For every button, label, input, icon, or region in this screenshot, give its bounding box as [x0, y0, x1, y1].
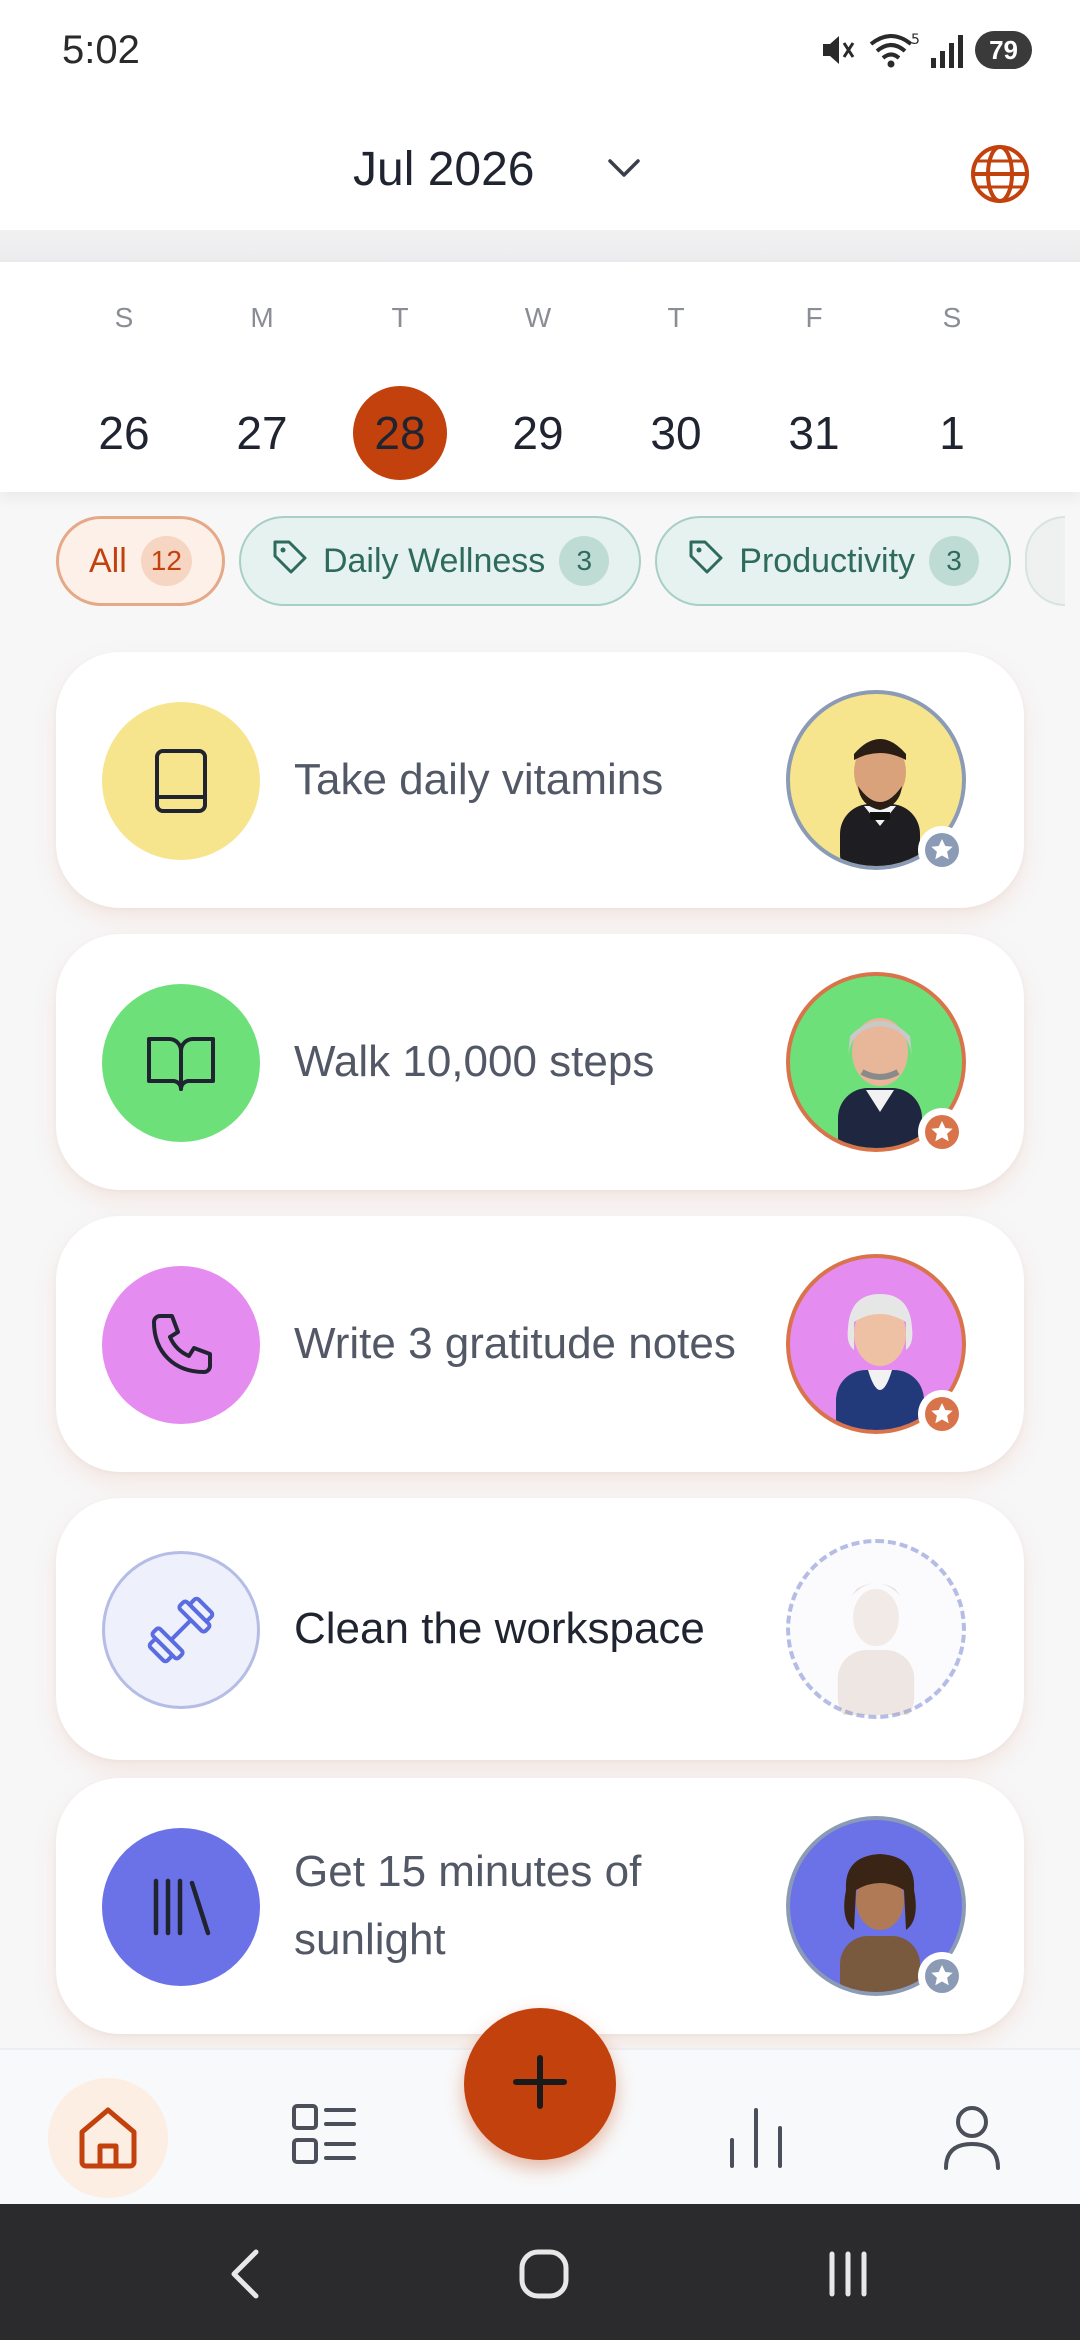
day-number[interactable]: 31 — [767, 386, 861, 480]
nav-stats[interactable] — [696, 2078, 816, 2198]
filter-chip-overflow[interactable] — [1025, 516, 1066, 606]
filter-chip-daily-wellness[interactable]: Daily Wellness 3 — [238, 516, 642, 606]
star-badge-icon — [918, 1952, 966, 2000]
weekday-letter: T — [391, 302, 409, 333]
dumbbell-icon — [102, 1551, 260, 1709]
task-card[interactable]: Clean the workspace — [56, 1498, 1024, 1760]
status-bar: 5:02 5 79 — [0, 0, 1080, 100]
chip-count: 12 — [140, 536, 192, 586]
system-nav-bar — [0, 2204, 1080, 2340]
wifi-icon: 5 — [867, 30, 919, 70]
chip-label: Productivity — [739, 541, 916, 580]
chip-label: All — [89, 541, 127, 580]
open-book-icon — [102, 984, 260, 1142]
weekday-letter: M — [250, 302, 274, 333]
nav-list[interactable] — [264, 2078, 384, 2198]
day-number[interactable]: 30 — [629, 386, 723, 480]
chip-label: Daily Wellness — [322, 541, 546, 580]
mute-icon — [817, 30, 857, 70]
month-selector-label[interactable]: Jul 2026 — [353, 142, 534, 197]
signal-icon — [929, 30, 965, 70]
weekday-letter: W — [524, 302, 552, 333]
nav-profile[interactable] — [912, 2078, 1032, 2198]
header-divider — [0, 230, 1080, 262]
day-number[interactable]: 26 — [77, 386, 171, 480]
add-task-button[interactable] — [464, 2008, 616, 2160]
filter-chips: All 12 Daily Wellness 3 Productivity 3 — [56, 516, 1080, 608]
weekday-letter: S — [114, 302, 134, 333]
tag-icon — [687, 538, 725, 585]
day-number[interactable]: 29 — [491, 386, 585, 480]
chevron-down-icon[interactable] — [606, 156, 642, 185]
weekday-letter: F — [805, 302, 823, 333]
filter-chip-all[interactable]: All 12 — [56, 516, 225, 606]
status-icons: 5 79 — [817, 26, 1032, 74]
task-card[interactable]: Write 3 gratitude notes — [56, 1216, 1024, 1472]
phone-icon — [102, 1266, 260, 1424]
task-title: Write 3 gratitude notes — [294, 1319, 736, 1368]
home-icon — [72, 2100, 144, 2177]
star-badge-icon — [918, 1390, 966, 1438]
home-button-icon[interactable] — [514, 2244, 574, 2304]
task-title: Clean the workspace — [294, 1604, 705, 1653]
week-strip: S 26 M 27 T 28 W 29 T 30 F 31 S 1 — [0, 262, 1080, 492]
task-card[interactable]: Walk 10,000 steps — [56, 934, 1024, 1190]
task-card[interactable]: Get 15 minutes of sunlight — [56, 1778, 1024, 2034]
task-title: Get 15 minutes of sunlight — [294, 1847, 642, 1964]
nav-home[interactable] — [48, 2078, 168, 2198]
filter-chip-productivity[interactable]: Productivity 3 — [655, 516, 1012, 606]
svg-text:5: 5 — [911, 32, 919, 48]
tag-icon — [271, 538, 309, 585]
list-icon — [288, 2100, 360, 2177]
globe-icon[interactable] — [968, 142, 1032, 211]
chip-count: 3 — [929, 536, 980, 586]
task-title: Walk 10,000 steps — [294, 1037, 655, 1086]
task-title: Take daily vitamins — [294, 755, 664, 804]
star-badge-icon — [918, 1108, 966, 1156]
weekday-letter: S — [942, 302, 962, 333]
profile-icon — [936, 2100, 1008, 2177]
header: Jul 2026 — [0, 100, 1080, 230]
back-icon[interactable] — [214, 2244, 274, 2304]
weekday-letter: T — [667, 302, 685, 333]
recents-icon[interactable] — [818, 2244, 878, 2304]
star-badge-icon — [918, 826, 966, 874]
book-icon — [102, 702, 260, 860]
chip-count: 3 — [559, 536, 610, 586]
task-card[interactable]: Take daily vitamins — [56, 652, 1024, 908]
battery-indicator: 79 — [975, 31, 1032, 69]
library-icon — [102, 1828, 260, 1986]
stats-icon — [720, 2100, 792, 2177]
day-number[interactable]: 1 — [905, 386, 999, 480]
day-number-selected[interactable]: 28 — [353, 386, 447, 480]
day-number[interactable]: 27 — [215, 386, 309, 480]
plus-icon — [510, 2052, 570, 2117]
status-time: 5:02 — [62, 28, 140, 72]
avatar-placeholder[interactable] — [786, 1539, 966, 1727]
